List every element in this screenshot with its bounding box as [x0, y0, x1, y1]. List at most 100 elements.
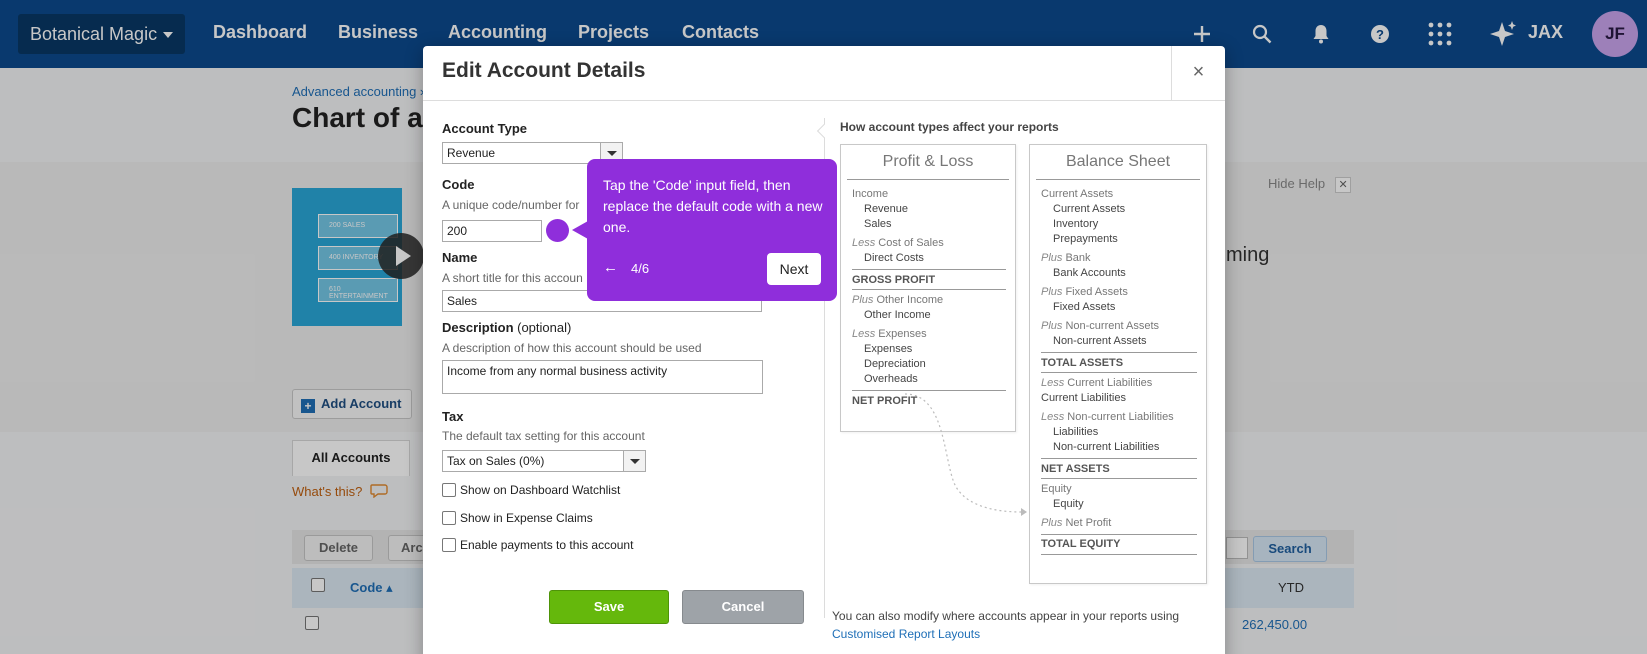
pl-cost-of-sales: Cost of Sales	[875, 237, 944, 249]
bs-fixed-assets: Fixed Assets	[1053, 301, 1116, 313]
name-label: Name	[442, 250, 478, 265]
net-profit-connector	[904, 393, 1027, 516]
less-word: Less	[1041, 411, 1065, 423]
tooltip-step: 4/6	[631, 261, 650, 276]
code-input[interactable]: 200	[442, 220, 542, 242]
description-label: Description (optional)	[442, 320, 571, 335]
bs-liabilities: Liabilities	[1053, 426, 1099, 438]
plus-word: Plus	[1041, 286, 1063, 298]
account-type-value: Revenue	[447, 146, 496, 160]
bs-net-assets: NET ASSETS	[1041, 463, 1110, 475]
pl-gross-profit: GROSS PROFIT	[852, 274, 936, 286]
bs-equity: Equity	[1053, 498, 1084, 510]
back-arrow-icon[interactable]: ←	[603, 259, 618, 276]
enable-payments-label: Enable payments to this account	[460, 538, 634, 552]
pl-income: Income	[852, 188, 889, 200]
divider	[1041, 478, 1197, 479]
optional-label: (optional)	[513, 320, 572, 335]
checkbox-box[interactable]	[442, 483, 456, 497]
divider	[1041, 352, 1197, 353]
cancel-button[interactable]: Cancel	[682, 590, 804, 624]
pl-other-income-heading: Other Income	[873, 294, 944, 306]
bs-fixed-assets-heading: Fixed Assets	[1062, 286, 1128, 298]
pl-overheads: Overheads	[864, 373, 918, 385]
save-button[interactable]: Save	[549, 590, 669, 624]
divider	[1041, 554, 1197, 555]
pl-depreciation: Depreciation	[864, 358, 926, 370]
bs-plus-bank: Plus Bank	[1041, 252, 1091, 264]
plus-word: Plus	[1041, 517, 1063, 529]
plus-word: Plus	[852, 294, 874, 306]
account-type-label: Account Type	[442, 121, 527, 136]
bs-prepayments: Prepayments	[1053, 233, 1118, 245]
name-hint: A short title for this accoun	[442, 271, 583, 285]
pl-sales: Sales	[864, 218, 892, 230]
expense-claims-label: Show in Expense Claims	[460, 511, 593, 525]
bs-noncurrent-liabilities-heading: Non-current Liabilities	[1064, 411, 1174, 423]
chevron-down-icon	[623, 451, 645, 471]
walkthrough-tooltip: Tap the 'Code' input field, then replace…	[587, 159, 837, 301]
pl-direct-costs: Direct Costs	[864, 252, 924, 264]
next-button[interactable]: Next	[767, 253, 821, 285]
customised-report-layouts-link[interactable]: Customised Report Layouts	[832, 627, 980, 641]
bs-bank-accounts: Bank Accounts	[1053, 267, 1126, 279]
pl-expenses: Expenses	[864, 343, 913, 355]
balance-sheet-card: Balance Sheet Current Assets Current Ass…	[1029, 144, 1207, 584]
bs-total-equity: TOTAL EQUITY	[1041, 538, 1121, 550]
divider	[1041, 534, 1197, 535]
balance-sheet-title: Balance Sheet	[1065, 153, 1171, 170]
report-help-heading: How account types affect your reports	[840, 120, 1059, 134]
profit-loss-title: Profit & Loss	[882, 153, 974, 170]
divider	[1041, 372, 1197, 373]
tooltip-hotspot[interactable]	[546, 219, 569, 242]
bs-noncurrent-liabilities: Non-current Liabilities	[1053, 441, 1160, 453]
tooltip-text: Tap the 'Code' input field, then replace…	[603, 177, 823, 235]
bs-less-noncurrent-liabilities: Less Non-current Liabilities	[1041, 411, 1174, 423]
watchlist-label: Show on Dashboard Watchlist	[460, 483, 621, 497]
bs-noncurrent-assets: Non-current Assets	[1053, 335, 1147, 347]
profit-loss-card: Profit & Loss Income Revenue Sales Less …	[840, 144, 1016, 432]
checkbox-box[interactable]	[442, 538, 456, 552]
expense-claims-checkbox[interactable]: Show in Expense Claims	[442, 511, 593, 525]
tax-label: Tax	[442, 409, 464, 424]
bs-noncurrent-assets-heading: Non-current Assets	[1062, 320, 1159, 332]
bs-inventory: Inventory	[1053, 218, 1099, 230]
report-layouts-note: You can also modify where accounts appea…	[832, 607, 1192, 643]
description-hint: A description of how this account should…	[442, 341, 702, 355]
pl-other-income: Other Income	[864, 309, 931, 321]
divider	[423, 100, 1225, 101]
bs-bank-heading: Bank	[1062, 252, 1091, 264]
bs-equity-heading: Equity	[1041, 483, 1072, 495]
code-label: Code	[442, 177, 475, 192]
plus-word: Plus	[1041, 252, 1063, 264]
pl-revenue: Revenue	[864, 203, 909, 215]
divider	[852, 269, 1006, 270]
description-label-text: Description	[442, 320, 514, 335]
checkbox-box[interactable]	[442, 511, 456, 525]
modal-title: Edit Account Details	[442, 59, 646, 82]
divider	[1041, 458, 1197, 459]
less-word: Less	[852, 328, 876, 340]
bs-less-current-liabilities: Less Current Liabilities	[1041, 377, 1152, 389]
less-word: Less	[852, 237, 876, 249]
bs-plus-fixed-assets: Plus Fixed Assets	[1041, 286, 1128, 298]
bs-current-liabilities-heading: Current Liabilities	[1064, 377, 1153, 389]
pl-less-expenses: Less Expenses	[852, 328, 927, 340]
pl-less-cost-of-sales: Less Cost of Sales	[852, 237, 944, 249]
description-textarea[interactable]: Income from any normal business activity	[442, 360, 763, 394]
close-icon[interactable]: ×	[1171, 46, 1225, 100]
bs-net-profit-heading: Net Profit	[1062, 517, 1112, 529]
tax-hint: The default tax setting for this account	[442, 429, 645, 443]
divider	[852, 289, 1006, 290]
bs-current-liabilities: Current Liabilities	[1041, 392, 1126, 404]
pl-expenses-heading: Expenses	[875, 328, 927, 340]
watchlist-checkbox[interactable]: Show on Dashboard Watchlist	[442, 483, 620, 497]
code-hint: A unique code/number for	[442, 198, 580, 212]
tax-select[interactable]: Tax on Sales (0%)	[442, 450, 646, 472]
bs-plus-net-profit: Plus Net Profit	[1041, 517, 1111, 529]
bs-current-assets: Current Assets	[1053, 203, 1126, 215]
pl-plus-other-income: Plus Other Income	[852, 294, 943, 306]
enable-payments-checkbox[interactable]: Enable payments to this account	[442, 538, 633, 552]
bs-total-assets: TOTAL ASSETS	[1041, 357, 1124, 369]
divider	[847, 179, 1009, 180]
